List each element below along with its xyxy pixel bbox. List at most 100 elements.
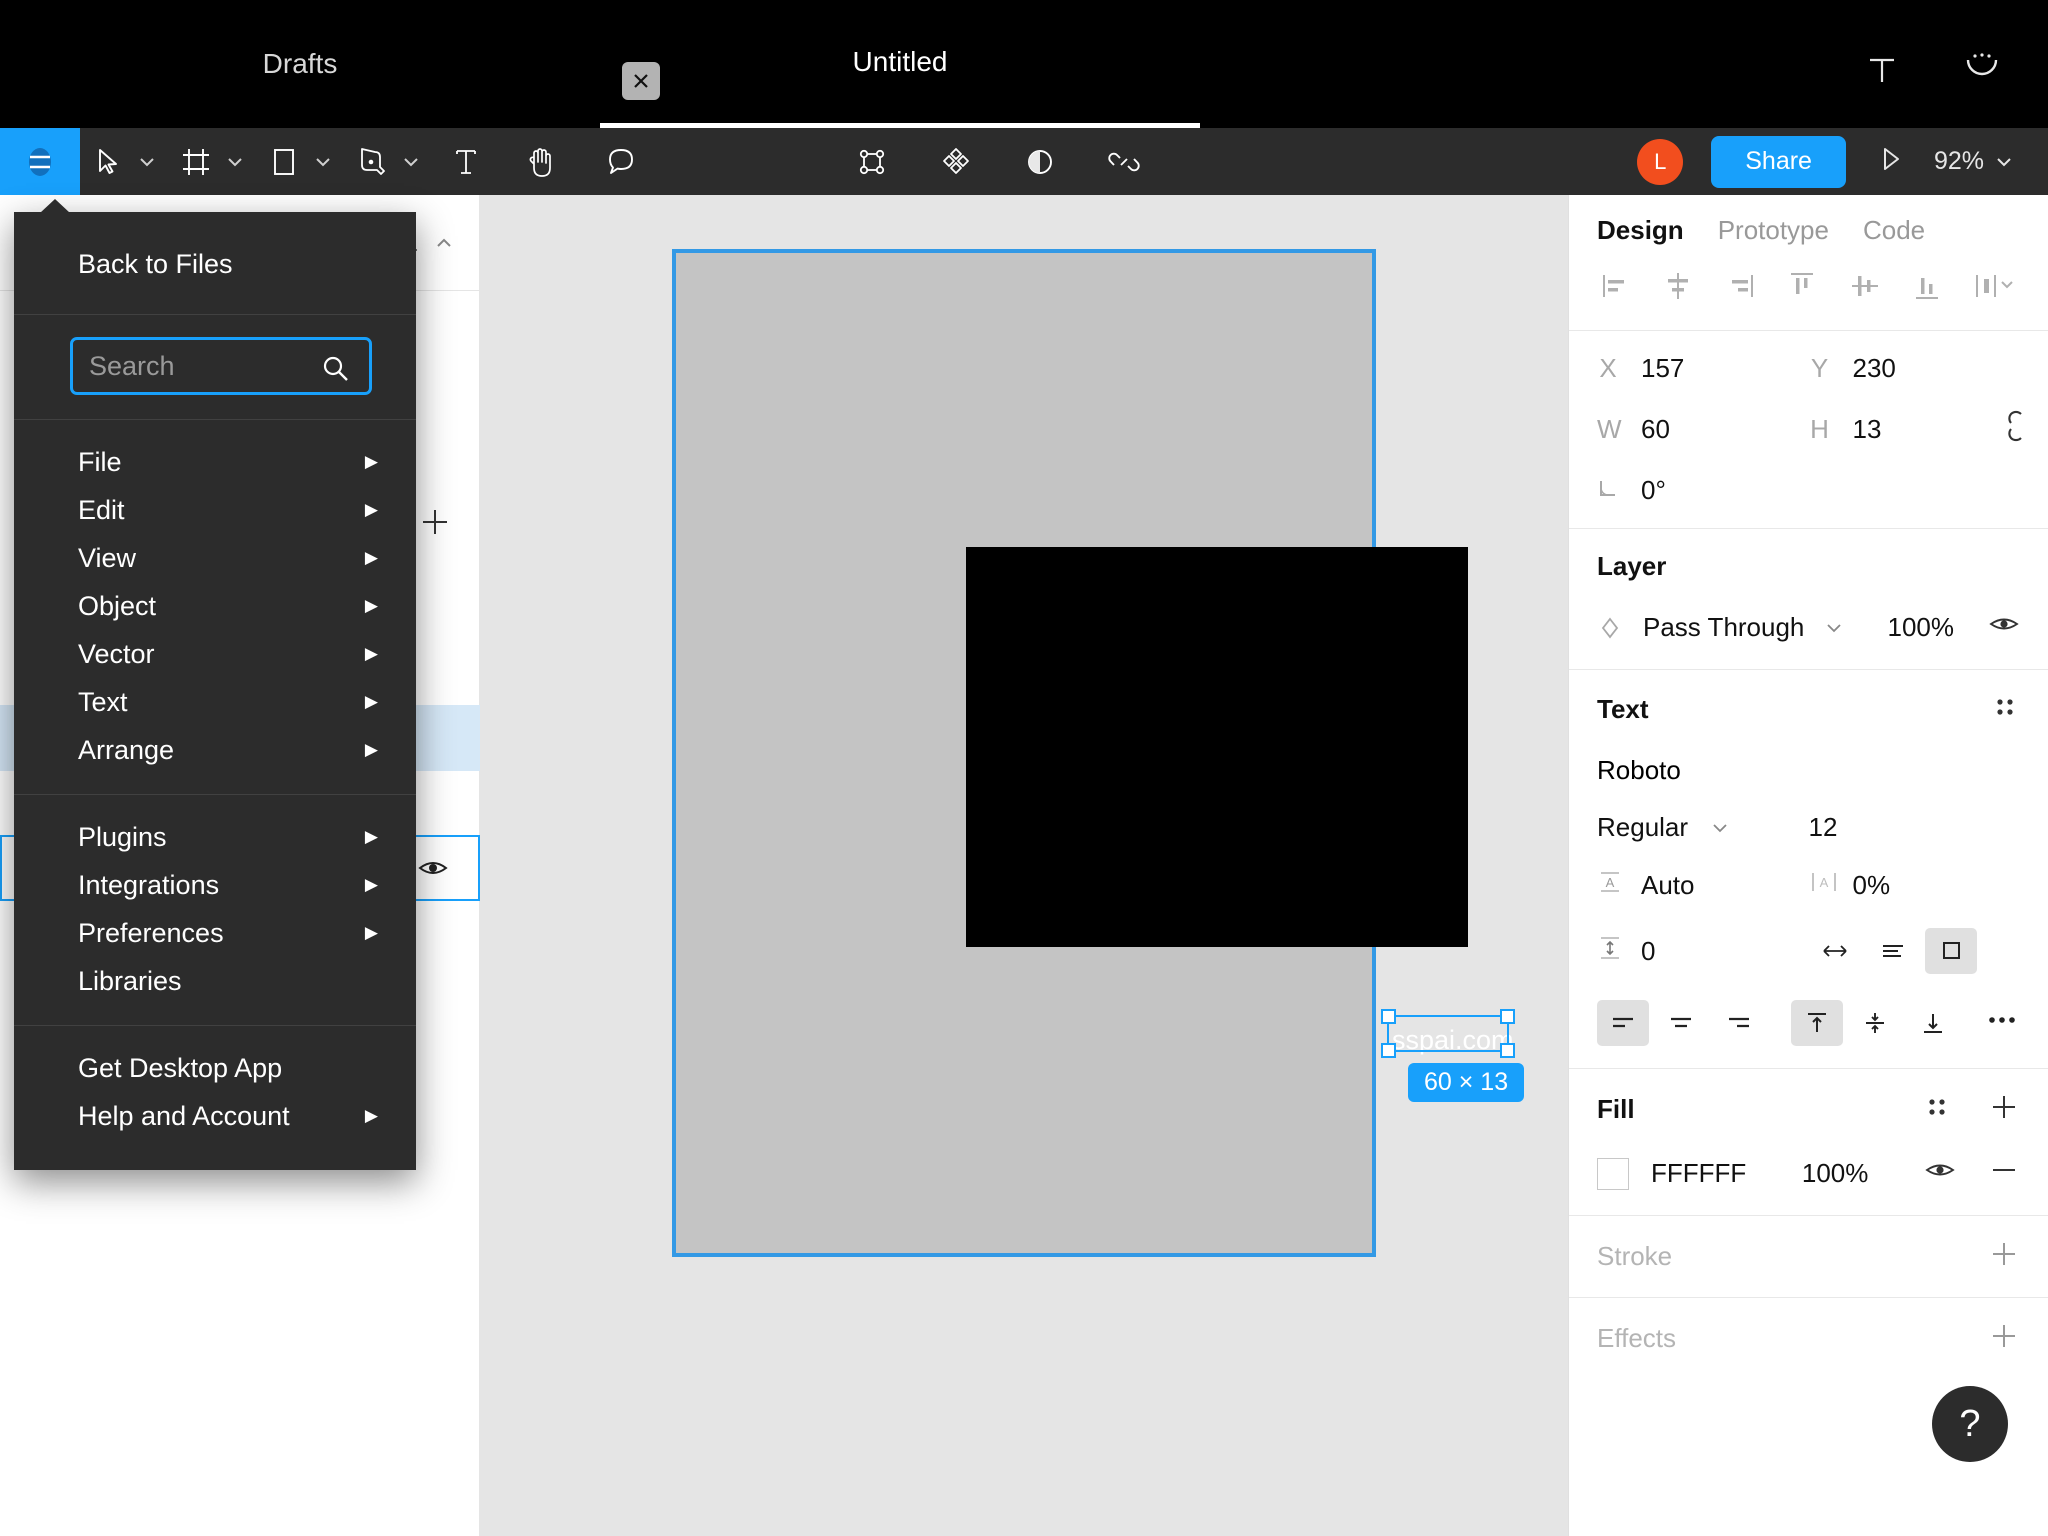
eye-icon[interactable] <box>416 851 450 885</box>
layer-opacity-value[interactable]: 100% <box>1888 612 1955 643</box>
four-dots-icon[interactable] <box>1990 692 2020 727</box>
pen-tool[interactable] <box>344 128 400 195</box>
resize-handle-bottom-left[interactable] <box>1381 1043 1396 1058</box>
menu-item-back-to-files[interactable]: Back to Files <box>14 240 416 288</box>
frame-tool-caret[interactable] <box>224 151 256 173</box>
menu-item-help-and-account[interactable]: Help and Account ▶ <box>14 1092 416 1140</box>
auto-height-icon[interactable] <box>1867 928 1919 974</box>
add-stroke-button[interactable] <box>1988 1238 2020 1275</box>
w-field[interactable]: W 60 <box>1597 414 1809 445</box>
tab-close-button[interactable] <box>622 62 660 100</box>
help-button[interactable]: ? <box>1932 1386 2008 1462</box>
link-tool-button[interactable] <box>1082 128 1166 195</box>
menu-item-plugins[interactable]: Plugins ▶ <box>14 813 416 861</box>
eye-icon[interactable] <box>1988 608 2020 647</box>
distribute-icon[interactable] <box>1972 269 2018 308</box>
fixed-size-icon[interactable] <box>1924 928 1977 974</box>
canvas-area[interactable]: sspai.com 60 × 13 <box>480 195 1568 1536</box>
resize-handle-bottom-right[interactable] <box>1500 1043 1515 1058</box>
avatar[interactable]: L <box>1637 138 1684 185</box>
menu-item-preferences[interactable]: Preferences ▶ <box>14 909 416 957</box>
tab-prototype[interactable]: Prototype <box>1718 215 1829 246</box>
add-page-button[interactable] <box>418 505 452 544</box>
resize-handle-top-left[interactable] <box>1381 1009 1396 1024</box>
align-text-middle-icon[interactable] <box>1849 1000 1901 1046</box>
black-rectangle-layer[interactable]: sspai.com 60 × 13 <box>966 547 1525 1102</box>
align-top-icon[interactable] <box>1785 269 1819 308</box>
w-value: 60 <box>1641 414 1670 444</box>
add-effect-button[interactable] <box>1988 1320 2020 1357</box>
letter-spacing-field[interactable]: A 0% <box>1809 869 2021 902</box>
resize-handle-top-right[interactable] <box>1500 1009 1515 1024</box>
menu-item-integrations[interactable]: Integrations ▶ <box>14 861 416 909</box>
menu-item-edit[interactable]: Edit ▶ <box>14 486 416 534</box>
eye-icon[interactable] <box>1924 1154 1956 1193</box>
share-button[interactable]: Share <box>1711 135 1846 188</box>
align-vertical-center-icon[interactable] <box>1848 269 1882 308</box>
fill-color-control[interactable]: FFFFFF <box>1597 1157 1746 1190</box>
h-field[interactable]: H 13 <box>1809 410 2022 445</box>
text-icon[interactable] <box>1862 50 1902 95</box>
x-field[interactable]: X 157 <box>1597 353 1809 384</box>
tab-code[interactable]: Code <box>1863 215 1925 246</box>
menu-item-object[interactable]: Object ▶ <box>14 582 416 630</box>
align-text-bottom-icon[interactable] <box>1907 1000 1959 1046</box>
add-fill-button[interactable] <box>1988 1091 2020 1128</box>
tab-drafts[interactable]: Drafts <box>0 0 600 128</box>
components-library-button[interactable] <box>914 128 998 195</box>
figma-menu-button[interactable] <box>0 128 80 195</box>
fill-opacity-value[interactable]: 100% <box>1802 1158 1869 1189</box>
menu-item-get-desktop-app[interactable]: Get Desktop App <box>14 1044 416 1092</box>
fill-header-actions <box>1922 1091 2020 1128</box>
y-field[interactable]: Y 230 <box>1809 353 2021 384</box>
shape-tool[interactable] <box>256 128 312 195</box>
auto-width-icon[interactable] <box>1809 928 1861 974</box>
paragraph-spacing-field[interactable]: 0 <box>1597 934 1809 969</box>
constrain-proportions-button[interactable] <box>2002 409 2032 450</box>
align-bottom-icon[interactable] <box>1910 269 1944 308</box>
present-button[interactable] <box>1874 143 1906 180</box>
align-text-left-icon[interactable] <box>1597 1000 1649 1046</box>
font-family-field[interactable]: Roboto <box>1597 755 2020 786</box>
shape-tool-caret[interactable] <box>312 151 344 173</box>
align-right-icon[interactable] <box>1723 269 1757 308</box>
create-component-button[interactable] <box>830 128 914 195</box>
fill-color-swatch[interactable] <box>1597 1157 1629 1190</box>
menu-item-vector[interactable]: Vector ▶ <box>14 630 416 678</box>
align-text-top-icon[interactable] <box>1790 1000 1843 1046</box>
menu-item-text[interactable]: Text ▶ <box>14 678 416 726</box>
align-text-center-icon[interactable] <box>1655 1000 1707 1046</box>
ellipsis-icon[interactable] <box>1984 1007 2020 1040</box>
zoom-control[interactable]: 92% <box>1934 147 2014 176</box>
move-tool-caret[interactable] <box>136 151 168 173</box>
tab-design[interactable]: Design <box>1597 215 1684 246</box>
four-dots-icon[interactable] <box>1922 1092 1952 1127</box>
blend-mode-control[interactable]: Pass Through <box>1597 612 1844 643</box>
more-options-icon[interactable] <box>1958 46 2006 99</box>
line-height-field[interactable]: A Auto <box>1597 869 1809 902</box>
align-text-right-icon[interactable] <box>1713 1000 1765 1046</box>
move-tool[interactable] <box>80 128 136 195</box>
tab-untitled[interactable]: Untitled <box>600 0 1200 128</box>
menu-item-file[interactable]: File ▶ <box>14 438 416 486</box>
comment-tool[interactable] <box>582 128 660 195</box>
align-horizontal-center-icon[interactable] <box>1661 269 1695 308</box>
rotation-field[interactable]: 0° <box>1597 475 1809 506</box>
font-style-field[interactable]: Regular <box>1597 812 1809 843</box>
search-input[interactable]: Search <box>70 337 372 395</box>
chevron-down-icon <box>140 157 154 166</box>
frame-tool[interactable] <box>168 128 224 195</box>
align-left-icon[interactable] <box>1599 269 1633 308</box>
artboard-frame[interactable]: sspai.com 60 × 13 <box>672 249 1525 1257</box>
menu-item-view[interactable]: View ▶ <box>14 534 416 582</box>
font-size-field[interactable]: 12 <box>1809 812 2021 843</box>
text-tool[interactable] <box>432 128 500 195</box>
letter-spacing-value: 0% <box>1852 870 1891 900</box>
mask-tool-button[interactable] <box>998 128 1082 195</box>
hand-tool[interactable] <box>500 128 582 195</box>
menu-item-arrange[interactable]: Arrange ▶ <box>14 726 416 774</box>
pen-tool-caret[interactable] <box>400 151 432 173</box>
remove-fill-button[interactable] <box>1988 1154 2020 1193</box>
menu-item-libraries[interactable]: Libraries <box>14 957 416 1005</box>
chevron-up-icon[interactable] <box>432 231 456 255</box>
